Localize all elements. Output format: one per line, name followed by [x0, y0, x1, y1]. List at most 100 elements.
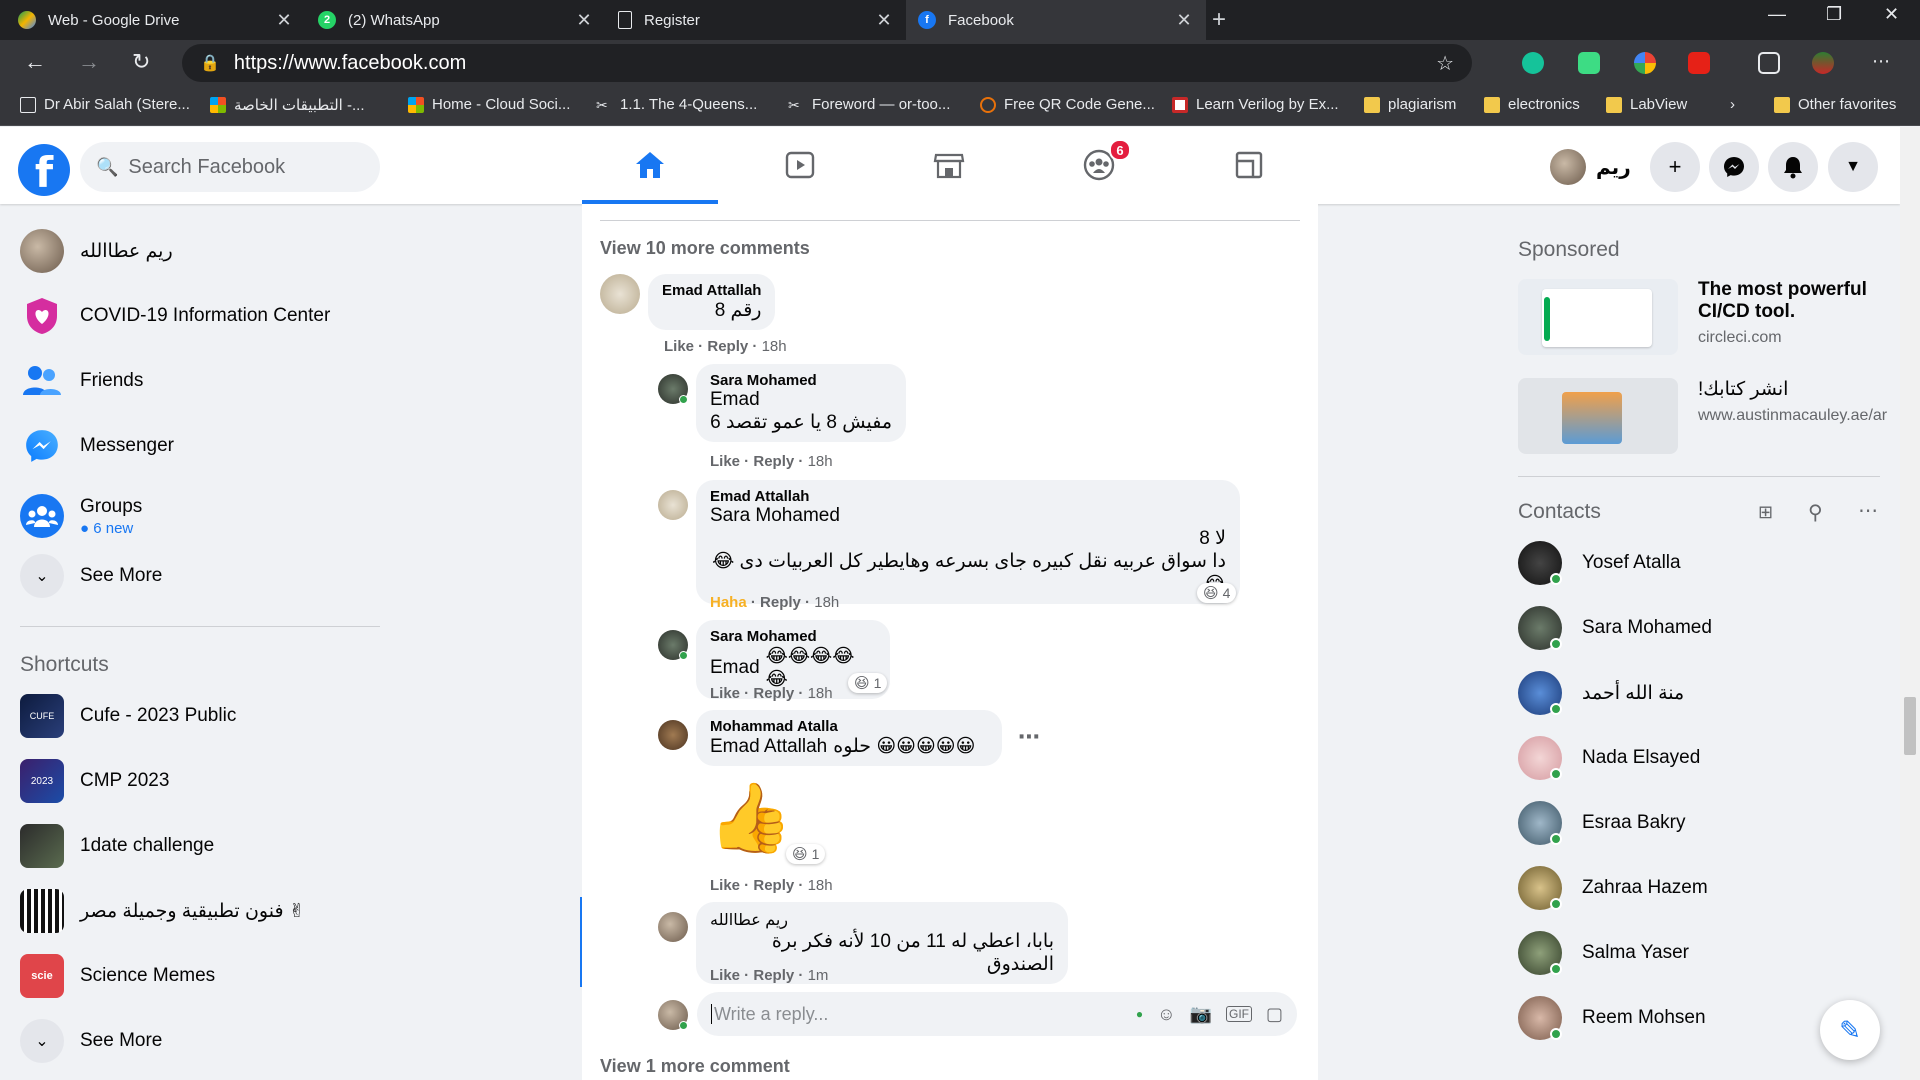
notifications-button[interactable]: [1768, 142, 1818, 192]
contact-item[interactable]: Salma Yaser: [1518, 931, 1689, 975]
nav-gaming[interactable]: [1181, 135, 1317, 195]
shortcut-item[interactable]: 1date challenge: [20, 824, 214, 868]
more-options-icon[interactable]: ⋯: [1018, 724, 1040, 750]
reaction-count[interactable]: 😆 1: [848, 673, 888, 693]
comment-time[interactable]: 18h: [762, 338, 787, 355]
reaction-count[interactable]: 😆 1: [786, 844, 826, 864]
shortcut-item[interactable]: فنون تطبيقية وجميلة مصر ✌: [20, 889, 305, 933]
profile-avatar-icon[interactable]: [1812, 52, 1834, 74]
close-tab-icon[interactable]: ✕: [1174, 10, 1194, 31]
comment-time[interactable]: 18h: [808, 685, 833, 702]
contact-item[interactable]: Zahraa Hazem: [1518, 866, 1708, 910]
comment-mention[interactable]: Emad: [710, 389, 892, 411]
reply-link[interactable]: Reply: [753, 877, 794, 894]
comment-time[interactable]: 1m: [808, 967, 829, 984]
gif-icon[interactable]: GIF: [1225, 1006, 1252, 1022]
restore-icon[interactable]: ❐: [1826, 4, 1842, 25]
youtube-extension-icon[interactable]: [1688, 52, 1710, 74]
shortcut-item[interactable]: scie Science Memes: [20, 954, 215, 998]
contact-item[interactable]: Nada Elsayed: [1518, 736, 1700, 780]
like-link[interactable]: Like: [710, 877, 740, 894]
sidebar-item-profile[interactable]: ريم عطاالله: [20, 229, 173, 273]
shortcuts-see-more[interactable]: ⌄ See More: [20, 1019, 162, 1063]
search-input[interactable]: 🔍 Search Facebook: [80, 142, 380, 192]
emoji-icon[interactable]: ☺: [1157, 1004, 1175, 1025]
nav-watch[interactable]: [732, 135, 868, 195]
tab-facebook[interactable]: f Facebook ✕: [906, 0, 1206, 40]
page-scrollbar[interactable]: [1900, 127, 1920, 1080]
comment-author[interactable]: ريم عطاالله: [710, 910, 1054, 930]
collections-icon[interactable]: [1758, 52, 1780, 74]
favorite-star-icon[interactable]: ☆: [1436, 51, 1454, 76]
reply-link[interactable]: Reply: [760, 594, 801, 611]
comment-author[interactable]: Sara Mohamed: [710, 372, 892, 389]
account-menu-button[interactable]: ▼: [1828, 142, 1878, 192]
nav-groups[interactable]: 6: [1031, 135, 1167, 195]
sidebar-item-groups[interactable]: Groups ● 6 new: [20, 494, 142, 538]
sidebar-item-covid[interactable]: COVID-19 Information Center: [20, 294, 330, 338]
sidebar-item-messenger[interactable]: Messenger: [20, 424, 174, 468]
url-field[interactable]: 🔒 https://www.facebook.com ☆: [182, 44, 1472, 82]
bookmark-folder[interactable]: plagiarism: [1364, 96, 1456, 113]
comment-author[interactable]: Emad Attallah: [710, 488, 1226, 505]
search-contacts-icon[interactable]: ⚲: [1808, 500, 1823, 525]
shortcut-item[interactable]: CUFE Cufe - 2023 Public: [20, 694, 236, 738]
grammarly-icon[interactable]: [1522, 52, 1544, 74]
new-room-icon[interactable]: ⊞: [1758, 502, 1773, 523]
window-close-icon[interactable]: ✕: [1884, 4, 1899, 25]
sidebar-see-more[interactable]: ⌄ See More: [20, 554, 162, 598]
sponsored-ad[interactable]: انشر كتابك! www.austinmacauley.ae/ar: [1518, 378, 1887, 454]
reply-link[interactable]: Reply: [753, 967, 794, 984]
forward-icon[interactable]: →: [78, 49, 100, 75]
contact-item[interactable]: Esraa Bakry: [1518, 801, 1685, 845]
comment-mention[interactable]: Emad: [710, 657, 760, 679]
create-button[interactable]: +: [1650, 142, 1700, 192]
reaction-count[interactable]: 😆 4: [1197, 583, 1237, 603]
close-tab-icon[interactable]: ✕: [574, 10, 594, 31]
more-menu-icon[interactable]: ⋯: [1872, 51, 1890, 72]
profile-shortcut[interactable]: ريم: [1550, 147, 1631, 187]
bookmark-item[interactable]: Home - Cloud Soci...: [408, 96, 570, 113]
like-link[interactable]: Like: [710, 685, 740, 702]
comment-time[interactable]: 18h: [808, 877, 833, 894]
scrollbar-thumb[interactable]: [1904, 697, 1916, 755]
reply-link[interactable]: Reply: [753, 685, 794, 702]
comment-mention[interactable]: Emad Attallah: [710, 736, 827, 758]
tab-google-drive[interactable]: Web - Google Drive ✕: [6, 0, 306, 40]
back-icon[interactable]: ←: [24, 49, 46, 75]
reply-link[interactable]: Reply: [707, 338, 748, 355]
haha-link[interactable]: Haha: [710, 594, 747, 611]
bookmark-item[interactable]: ✂ Foreword — or-too...: [788, 96, 950, 113]
reply-input[interactable]: Write a reply... ● ☺ 📷 GIF ▢: [697, 992, 1297, 1036]
comment-time[interactable]: 18h: [808, 453, 833, 470]
bookmark-item[interactable]: Free QR Code Gene...: [980, 96, 1155, 113]
close-tab-icon[interactable]: ✕: [874, 10, 894, 31]
extension-icon[interactable]: [1578, 52, 1600, 74]
bookmark-folder[interactable]: LabView: [1606, 96, 1687, 113]
bookmark-item[interactable]: التطبيقات الخاصة -...: [210, 96, 365, 114]
shortcut-item[interactable]: 2023 CMP 2023: [20, 759, 169, 803]
bookmark-item[interactable]: Dr Abir Salah (Stere...: [20, 96, 190, 113]
view-more-comments-link[interactable]: View 1 more comment: [600, 1056, 790, 1077]
sticker-icon[interactable]: ▢: [1266, 1004, 1283, 1025]
view-more-comments-link[interactable]: View 10 more comments: [600, 238, 810, 259]
reload-icon[interactable]: ↻: [132, 49, 150, 75]
bookmark-folder[interactable]: Other favorites: [1774, 96, 1896, 113]
sponsored-ad[interactable]: The most powerful CI/CD tool. circleci.c…: [1518, 279, 1888, 355]
new-tab-icon[interactable]: +: [1212, 6, 1226, 34]
contact-item[interactable]: Sara Mohamed: [1518, 606, 1712, 650]
extension-icon[interactable]: [1634, 52, 1656, 74]
nav-home[interactable]: [582, 135, 718, 204]
reply-link[interactable]: Reply: [753, 453, 794, 470]
comment-mention[interactable]: Sara Mohamed: [710, 505, 1226, 527]
bookmark-item[interactable]: Learn Verilog by Ex...: [1172, 96, 1339, 113]
contact-item[interactable]: منة الله أحمد: [1518, 671, 1684, 715]
sidebar-item-friends[interactable]: Friends: [20, 359, 143, 403]
new-message-button[interactable]: ✎: [1820, 1000, 1880, 1060]
tab-register[interactable]: Register ✕: [606, 0, 906, 40]
comment-author[interactable]: Emad Attallah: [662, 282, 761, 299]
comment-time[interactable]: 18h: [814, 594, 839, 611]
comment-author[interactable]: Sara Mohamed: [710, 628, 876, 645]
nav-marketplace[interactable]: [881, 135, 1017, 195]
like-link[interactable]: Like: [664, 338, 694, 355]
